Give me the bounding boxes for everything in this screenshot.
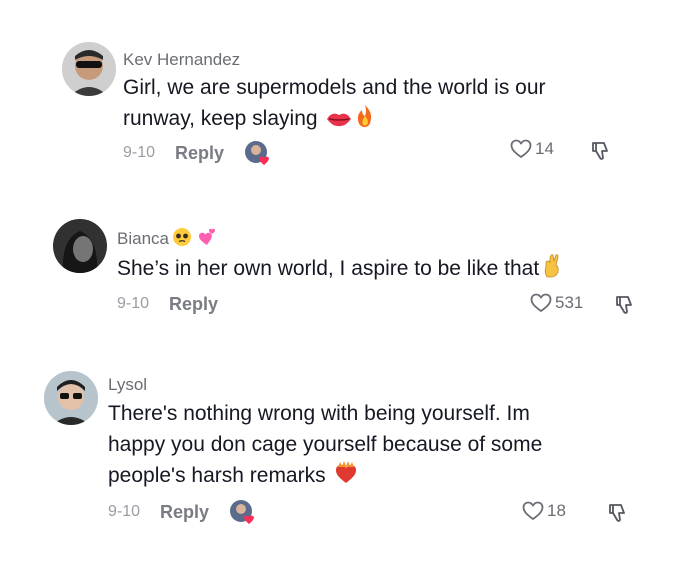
comment-meta: 9-10 Reply xyxy=(117,289,218,319)
heart-outline-icon xyxy=(522,501,544,520)
avatar[interactable] xyxy=(53,219,107,273)
comment-text: She’s in her own world, I aspire to be l… xyxy=(117,252,657,287)
two-hearts-emoji xyxy=(195,227,217,252)
lips-emoji xyxy=(326,106,352,137)
creator-liked-avatar-icon xyxy=(229,499,257,525)
dislike-button[interactable] xyxy=(608,503,628,528)
heart-outline-icon xyxy=(510,139,532,158)
comment-meta: 9-10 Reply xyxy=(108,497,257,527)
heart-on-fire-emoji xyxy=(334,461,358,494)
comment-text: There's nothing wrong with being yoursel… xyxy=(108,398,628,494)
comment-text: Girl, we are supermodels and the world i… xyxy=(123,72,623,137)
like-count: 14 xyxy=(535,139,554,158)
username[interactable]: Lysol xyxy=(108,375,147,395)
like-button[interactable]: 18 xyxy=(522,501,566,521)
username[interactable]: Kev Hernandez xyxy=(123,50,240,70)
like-count: 531 xyxy=(555,293,584,312)
comment-meta: 9-10 Reply xyxy=(123,138,272,168)
like-count: 18 xyxy=(547,501,566,520)
like-button[interactable]: 14 xyxy=(510,139,554,159)
comment-date: 9-10 xyxy=(117,295,150,312)
username[interactable]: Bianca xyxy=(117,227,217,252)
reply-button[interactable]: Reply xyxy=(169,294,218,315)
thumbs-down-icon xyxy=(616,296,632,314)
creator-liked-avatar-icon xyxy=(244,140,272,166)
avatar[interactable] xyxy=(44,371,98,425)
comment-date: 9-10 xyxy=(123,144,156,161)
heart-outline-icon xyxy=(530,293,552,312)
dislike-button[interactable] xyxy=(615,295,635,320)
fire-emoji xyxy=(355,104,375,137)
dislike-button[interactable] xyxy=(591,141,611,166)
like-button[interactable]: 531 xyxy=(530,293,583,313)
reply-button[interactable]: Reply xyxy=(175,143,224,164)
comment-date: 9-10 xyxy=(108,503,141,520)
crossed-fingers-emoji xyxy=(542,252,562,287)
pleading-face-emoji xyxy=(172,227,192,252)
reply-button[interactable]: Reply xyxy=(160,502,209,523)
avatar[interactable] xyxy=(62,42,116,96)
thumbs-down-icon xyxy=(609,504,625,522)
thumbs-down-icon xyxy=(592,142,608,160)
